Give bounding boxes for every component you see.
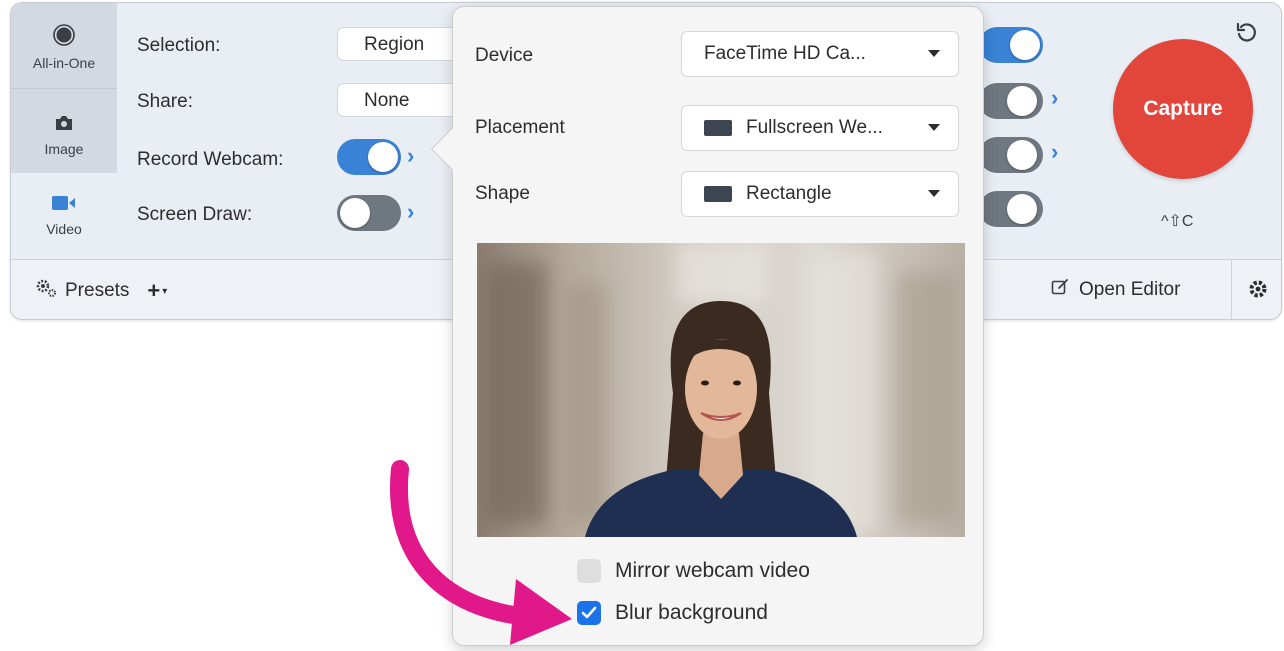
- toggle-knob: [1007, 140, 1037, 170]
- chevron-right-icon[interactable]: ›: [407, 199, 414, 225]
- annotation-arrow-icon: [380, 455, 580, 651]
- checkmark-icon: [581, 606, 597, 619]
- mirror-label: Mirror webcam video: [615, 559, 810, 582]
- chevron-down-icon: [928, 124, 940, 131]
- blur-checkbox[interactable]: [577, 601, 601, 625]
- toggle-knob: [1007, 86, 1037, 116]
- mirror-checkbox[interactable]: [577, 559, 601, 583]
- open-editor-button[interactable]: Open Editor: [1051, 278, 1180, 302]
- capture-button[interactable]: Capture: [1113, 39, 1253, 179]
- divider: [1231, 260, 1232, 319]
- open-editor-label: Open Editor: [1079, 279, 1181, 300]
- mode-tab-image[interactable]: Image: [11, 89, 117, 173]
- video-camera-icon: [52, 191, 76, 215]
- toggle-knob: [340, 198, 370, 228]
- chevron-down-icon: [928, 190, 940, 197]
- shape-icon: [704, 186, 732, 202]
- chevron-down-icon[interactable]: ▾: [162, 286, 167, 297]
- record-icon: [53, 23, 75, 47]
- device-select[interactable]: FaceTime HD Ca...: [681, 31, 959, 77]
- placement-value: Fullscreen We...: [746, 117, 883, 138]
- placement-icon: [704, 120, 732, 136]
- chevron-right-icon[interactable]: ›: [1051, 85, 1058, 111]
- blur-background-option[interactable]: Blur background: [577, 601, 768, 625]
- camera-icon: [54, 111, 74, 135]
- edit-icon: [1051, 278, 1069, 302]
- screen-draw-toggle[interactable]: [337, 195, 401, 231]
- mode-tab-video[interactable]: Video: [11, 173, 117, 259]
- mirror-webcam-option[interactable]: Mirror webcam video: [577, 559, 810, 583]
- mode-label: All-in-One: [32, 55, 96, 71]
- option-toggle-3[interactable]: [979, 137, 1043, 173]
- option-toggle-1[interactable]: [979, 27, 1043, 63]
- record-webcam-toggle[interactable]: [337, 139, 401, 175]
- mode-tab-all-in-one[interactable]: All-in-One: [11, 3, 117, 89]
- placement-label: Placement: [475, 117, 565, 138]
- screen-draw-label: Screen Draw:: [137, 204, 253, 225]
- selection-label: Selection:: [137, 35, 221, 56]
- record-webcam-label: Record Webcam:: [137, 149, 284, 170]
- share-label: Share:: [137, 91, 193, 112]
- add-preset-icon[interactable]: +: [147, 278, 160, 304]
- mode-sidebar: All-in-One Image Video: [11, 3, 117, 259]
- placement-select[interactable]: Fullscreen We...: [681, 105, 959, 151]
- chevron-right-icon[interactable]: ›: [1051, 139, 1058, 165]
- device-value: FaceTime HD Ca...: [704, 43, 866, 64]
- shape-select[interactable]: Rectangle: [681, 171, 959, 217]
- toggle-knob: [1007, 194, 1037, 224]
- shape-value: Rectangle: [746, 183, 832, 204]
- chevron-down-icon: [928, 50, 940, 57]
- toggle-knob: [368, 142, 398, 172]
- capture-shortcut: ^⇧C: [1161, 213, 1194, 230]
- option-toggle-2[interactable]: [979, 83, 1043, 119]
- mode-label: Video: [46, 221, 82, 237]
- chevron-right-icon[interactable]: ›: [407, 143, 414, 169]
- presets-label: Presets: [65, 280, 130, 301]
- mode-label: Image: [44, 141, 84, 157]
- shape-label: Shape: [475, 183, 530, 204]
- device-label: Device: [475, 45, 534, 66]
- blur-label: Blur background: [615, 601, 768, 624]
- reset-icon[interactable]: [1235, 21, 1259, 50]
- option-toggle-4[interactable]: [979, 191, 1043, 227]
- presets-button[interactable]: Presets + ▾: [35, 278, 167, 304]
- gears-icon: [35, 278, 57, 304]
- toggle-knob: [1010, 30, 1040, 60]
- gear-icon[interactable]: [1247, 278, 1269, 305]
